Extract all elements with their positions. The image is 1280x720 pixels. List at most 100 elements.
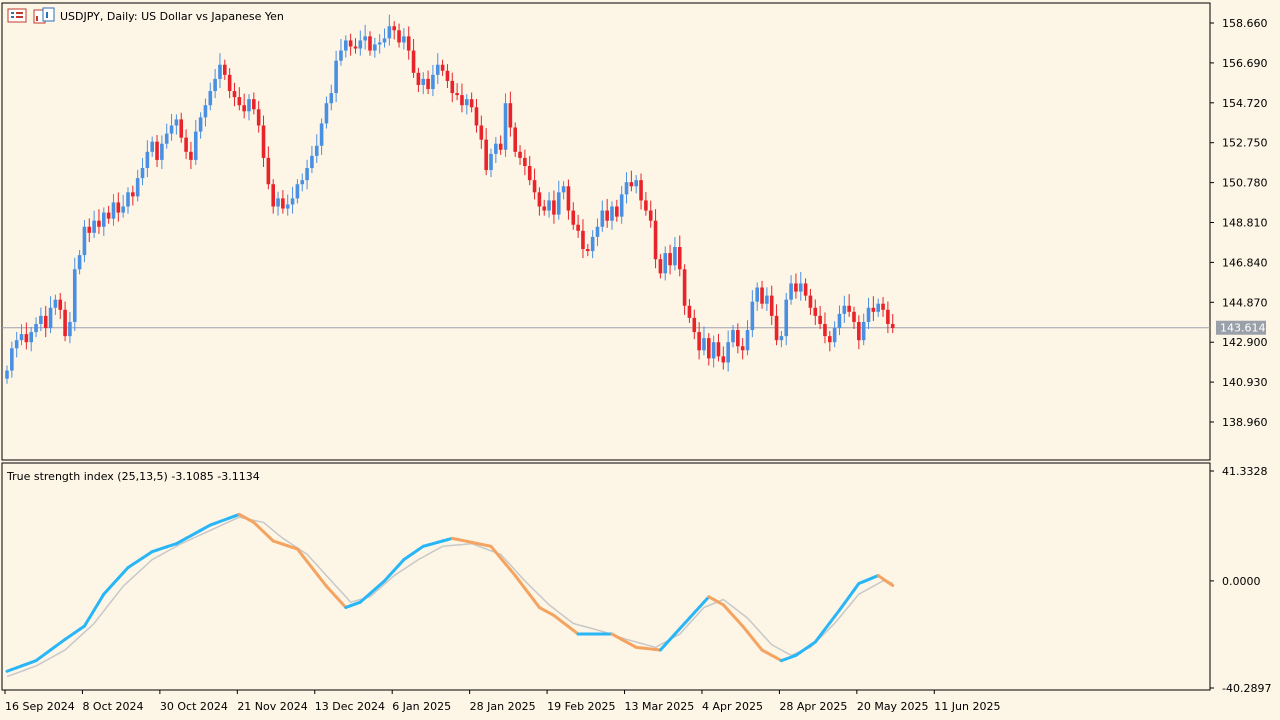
- candle: [203, 98, 208, 127]
- candle-body: [34, 323, 38, 333]
- candle-body: [261, 125, 266, 158]
- candle: [223, 59, 227, 80]
- candle-body: [348, 40, 353, 47]
- candle: [213, 68, 217, 99]
- candle-body: [668, 253, 672, 266]
- tsi-lines-group: [5, 512, 895, 678]
- candle-body: [716, 342, 721, 357]
- candle-body: [615, 206, 619, 217]
- candle: [542, 199, 547, 216]
- chart-window-icon[interactable]: [33, 7, 55, 24]
- candle-body: [276, 198, 280, 207]
- candle: [740, 337, 745, 360]
- candle: [615, 199, 619, 222]
- candle-body: [53, 299, 58, 308]
- candle-body: [644, 200, 648, 211]
- candle: [242, 93, 246, 119]
- time-tick-label: 30 Oct 2024: [160, 700, 228, 713]
- candle: [358, 30, 363, 56]
- candle: [561, 181, 566, 200]
- candle-body: [765, 295, 769, 304]
- candle-body: [193, 131, 198, 160]
- candle: [193, 120, 198, 165]
- chart-menu-icon[interactable]: [7, 8, 27, 23]
- time-axis: 16 Sep 2024 8 Oct 2024 30 Oct 2024 21 Nov 2…: [4, 690, 1000, 713]
- candle: [871, 296, 876, 321]
- candle-body: [72, 269, 77, 322]
- candle-body: [697, 332, 701, 351]
- candle: [324, 96, 329, 129]
- candle-body: [769, 295, 774, 316]
- candle: [319, 118, 324, 155]
- candle-body: [189, 151, 193, 160]
- candle-body: [832, 328, 837, 343]
- candle: [644, 192, 648, 216]
- candle-body: [866, 307, 871, 322]
- candle: [387, 14, 392, 46]
- candle-body: [285, 204, 290, 209]
- candle-body: [886, 309, 890, 324]
- candle-body: [721, 356, 726, 363]
- candle-body: [610, 206, 614, 221]
- time-tick-label: 8 Oct 2024: [82, 700, 143, 713]
- candle: [648, 200, 653, 228]
- indicator-axis: 41.3328 0.0000 -40.2897: [1210, 465, 1271, 695]
- candle: [402, 28, 406, 50]
- candle-body: [590, 236, 595, 252]
- candle-body: [169, 125, 174, 134]
- candle-body: [256, 109, 261, 126]
- candle-body: [634, 180, 638, 187]
- candle-body: [537, 192, 542, 207]
- candle: [14, 331, 19, 358]
- candle: [252, 92, 256, 115]
- price-tick-label: 148.810: [1222, 217, 1268, 230]
- candle-body: [469, 99, 474, 108]
- candle: [731, 324, 735, 348]
- candle: [702, 326, 706, 356]
- candle-body: [397, 30, 401, 43]
- candle: [566, 179, 571, 220]
- price-panel[interactable]: [1, 2, 1211, 461]
- candle-body: [523, 157, 527, 166]
- price-tick-label: 156.690: [1222, 57, 1268, 70]
- candle: [590, 230, 595, 259]
- candle: [610, 201, 614, 230]
- candle-body: [808, 295, 813, 308]
- candle: [634, 175, 638, 194]
- candle: [784, 292, 789, 346]
- time-tick-label: 13 Mar 2025: [625, 700, 695, 713]
- candle: [818, 305, 822, 330]
- indicator-panel[interactable]: [1, 462, 1211, 691]
- candle: [63, 301, 67, 342]
- candle: [218, 53, 222, 89]
- candle: [624, 172, 629, 204]
- candle-body: [314, 145, 319, 156]
- candle: [247, 94, 251, 121]
- candle: [261, 115, 266, 168]
- candle: [10, 341, 14, 378]
- candle: [373, 37, 377, 58]
- candle: [53, 294, 58, 315]
- candle: [29, 327, 33, 352]
- candle-body: [237, 97, 242, 106]
- candle-body: [135, 178, 140, 197]
- candle: [755, 282, 759, 311]
- candle-body: [750, 301, 755, 331]
- candle-body: [445, 70, 450, 81]
- candle-body: [484, 139, 488, 171]
- candle-body: [707, 338, 711, 359]
- candle: [503, 93, 508, 157]
- candle-body: [329, 93, 334, 104]
- candle-body: [155, 141, 159, 160]
- candle-body: [619, 194, 624, 217]
- candle-body: [731, 330, 735, 343]
- candle-body: [300, 180, 305, 185]
- candle: [823, 312, 827, 344]
- chart-canvas[interactable]: 158.660 156.690 154.720 152.750 150.780 148.8…: [0, 0, 1280, 720]
- candle: [334, 50, 338, 103]
- time-tick-label: 28 Apr 2025: [779, 700, 847, 713]
- candle-body: [363, 36, 367, 41]
- candle-body: [494, 143, 498, 154]
- candle: [232, 82, 237, 107]
- candle-body: [726, 342, 730, 363]
